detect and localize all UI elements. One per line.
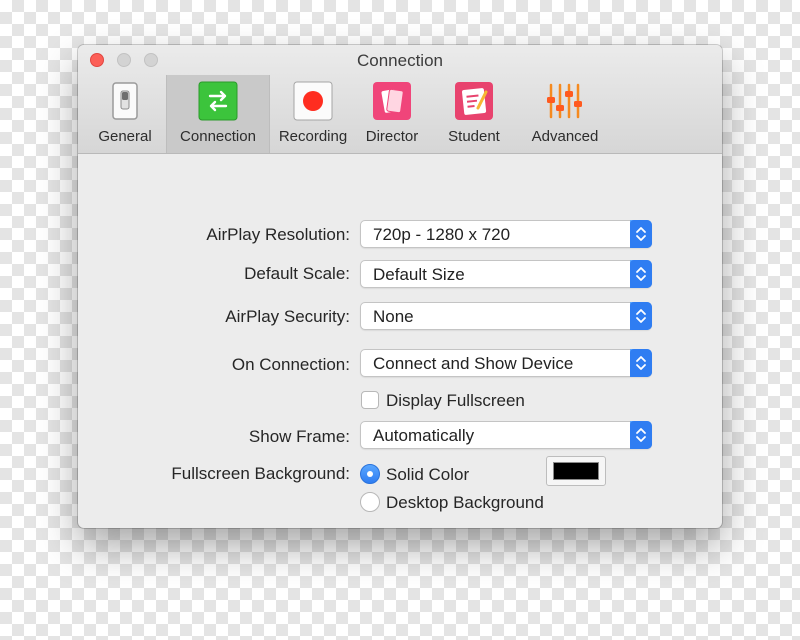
student-icon <box>455 82 493 120</box>
chevron-updown-icon <box>630 349 652 377</box>
airplay-security-label: AirPlay Security: <box>225 307 350 326</box>
window-title: Connection <box>356 51 443 70</box>
color-swatch <box>553 462 599 480</box>
tab-student[interactable]: Student <box>436 75 512 153</box>
popup-value: 720p - 1280 x 720 <box>373 225 511 244</box>
director-icon <box>373 82 411 120</box>
tab-label: Student <box>448 128 500 145</box>
airplay-resolution-label: AirPlay Resolution: <box>206 225 350 244</box>
solid-color-label: Solid Color <box>386 465 470 484</box>
popup-value: Connect and Show Device <box>373 354 574 373</box>
tab-label: Connection <box>180 128 256 145</box>
popup-value: Automatically <box>373 426 475 445</box>
tab-label: Advanced <box>531 128 599 145</box>
chevron-updown-icon <box>630 220 652 248</box>
tab-general[interactable]: General <box>86 75 164 153</box>
display-fullscreen-label: Display Fullscreen <box>386 391 525 410</box>
arrows-icon <box>198 81 238 121</box>
on-connection-popup[interactable]: Connect and Show Device <box>360 349 652 377</box>
titlebar: Connection General Connection Recording … <box>78 45 722 154</box>
desktop-background-radio[interactable] <box>360 492 380 512</box>
popup-value: None <box>373 307 414 326</box>
chevron-updown-icon <box>630 302 652 330</box>
tab-connection[interactable]: Connection <box>166 75 270 153</box>
preferences-window: Connection General Connection Recording … <box>78 45 722 528</box>
display-fullscreen-checkbox[interactable] <box>361 391 379 409</box>
settings-panel: AirPlay Resolution: 720p - 1280 x 720 De… <box>78 154 722 528</box>
show-frame-label: Show Frame: <box>248 427 350 446</box>
tab-advanced[interactable]: Advanced <box>522 75 608 153</box>
airplay-security-popup[interactable]: None <box>360 302 652 330</box>
chevron-updown-icon <box>630 421 652 449</box>
sliders-icon <box>547 83 582 119</box>
default-scale-popup[interactable]: Default Size <box>360 260 652 288</box>
color-well[interactable] <box>546 456 606 486</box>
tab-recording[interactable]: Recording <box>272 75 354 153</box>
show-frame-popup[interactable]: Automatically <box>360 421 652 449</box>
tab-label: Recording <box>278 128 348 145</box>
fullscreen-background-label: Fullscreen Background: <box>171 464 350 483</box>
tab-label: General <box>98 128 152 145</box>
solid-color-radio[interactable] <box>360 464 380 484</box>
desktop-background-label: Desktop Background <box>386 493 544 512</box>
switch-icon <box>112 82 138 120</box>
record-icon <box>293 81 333 121</box>
tab-label: Director <box>365 128 419 145</box>
popup-value: Default Size <box>373 265 465 284</box>
on-connection-label: On Connection: <box>231 355 350 374</box>
default-scale-label: Default Scale: <box>244 264 350 283</box>
tab-director[interactable]: Director <box>354 75 430 153</box>
airplay-resolution-popup[interactable]: 720p - 1280 x 720 <box>360 220 652 248</box>
chevron-updown-icon <box>630 260 652 288</box>
